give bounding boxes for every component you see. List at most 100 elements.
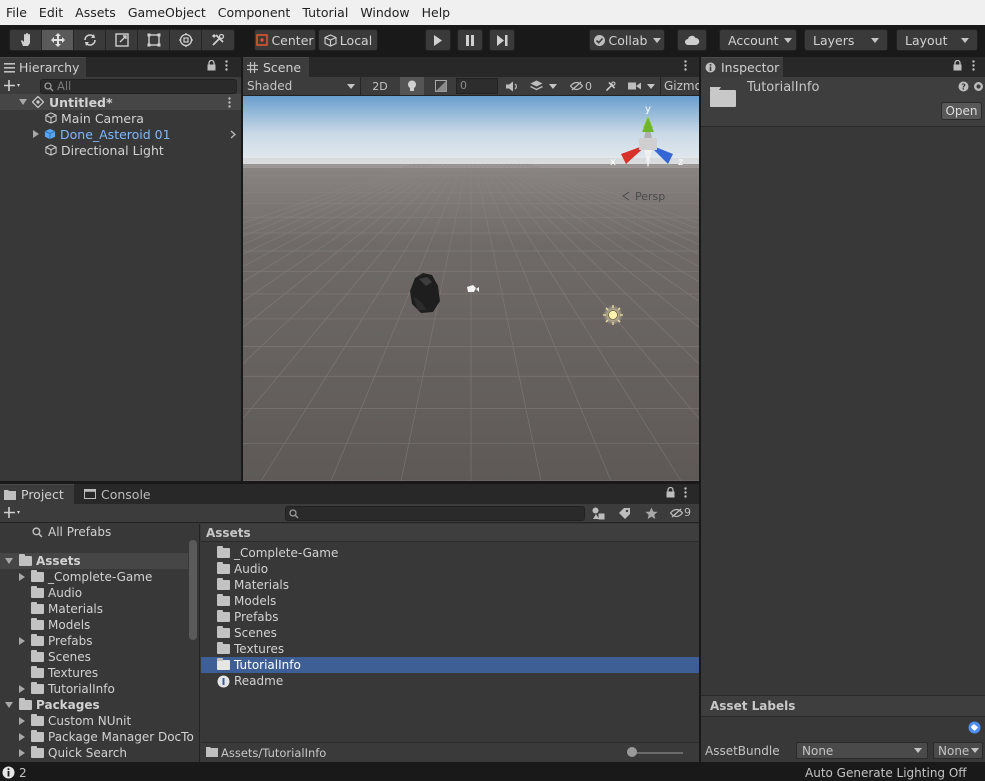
expand-arrow-icon[interactable]: [19, 733, 25, 741]
zoom-slider-track[interactable]: [629, 752, 683, 754]
gizmos-dropdown[interactable]: Gizmo: [660, 77, 699, 95]
expand-arrow-icon[interactable]: [5, 702, 13, 708]
create-plus-icon[interactable]: [4, 506, 22, 520]
hierarchy-search-input[interactable]: All: [40, 79, 237, 94]
lighting-toggle[interactable]: [400, 77, 424, 95]
help-icon[interactable]: ?: [958, 81, 969, 92]
expand-arrow-icon[interactable]: [19, 717, 25, 725]
scene-viewport[interactable]: y x z Persp: [243, 96, 699, 481]
info-icon[interactable]: [2, 766, 15, 779]
hierarchy-item-directional-light[interactable]: Directional Light: [0, 142, 241, 158]
asset-folder-complete-game[interactable]: _Complete-Game: [217, 545, 338, 561]
assetbundle-dropdown[interactable]: None: [796, 742, 928, 759]
asset-list-breadcrumb[interactable]: Assets: [206, 526, 251, 540]
tree-folder-prefabs[interactable]: Prefabs: [19, 633, 93, 649]
hidden-packages-toggle[interactable]: 9: [670, 506, 691, 519]
layers-dropdown[interactable]: Layers: [804, 29, 888, 51]
tab-hierarchy[interactable]: Hierarchy: [0, 57, 86, 77]
hierarchy-item-done-asteroid[interactable]: Done_Asteroid 01: [0, 126, 241, 142]
tree-scrollbar[interactable]: [189, 540, 197, 640]
transform-tool-icon[interactable]: [170, 30, 202, 50]
expand-arrow-icon[interactable]: [19, 99, 27, 105]
expand-arrow-icon[interactable]: [19, 685, 25, 693]
hidden-objects-toggle[interactable]: 0: [566, 77, 596, 95]
label-tag-icon[interactable]: [968, 721, 981, 734]
menu-window[interactable]: Window: [354, 0, 415, 25]
cloud-button[interactable]: [677, 29, 707, 51]
audio-toggle[interactable]: [501, 77, 523, 95]
scene-row[interactable]: Untitled*: [0, 94, 241, 110]
tree-packages-root[interactable]: Packages: [5, 697, 100, 713]
kebab-menu-icon[interactable]: [972, 60, 975, 71]
chevron-right-icon[interactable]: [230, 130, 236, 139]
tree-package-quick-search[interactable]: Quick Search: [19, 745, 127, 761]
lock-icon[interactable]: [953, 60, 962, 71]
filter-by-type-icon[interactable]: [592, 507, 605, 520]
tab-project[interactable]: Project: [0, 484, 74, 504]
tab-console[interactable]: Console: [80, 484, 160, 504]
tree-package-docto[interactable]: Package Manager DocTo: [19, 729, 194, 745]
favorites-all-prefabs[interactable]: All Prefabs: [32, 524, 111, 540]
2d-mode-toggle[interactable]: 2D: [368, 77, 392, 95]
expand-arrow-icon[interactable]: [19, 749, 25, 757]
zoom-slider-handle[interactable]: [627, 747, 637, 757]
fx-toggle[interactable]: [429, 77, 453, 95]
pivot-local-button[interactable]: Local: [318, 29, 378, 51]
tree-folder-materials[interactable]: Materials: [31, 601, 103, 617]
pause-button[interactable]: [457, 29, 483, 51]
tree-folder-models[interactable]: Models: [31, 617, 90, 633]
step-button[interactable]: [489, 29, 515, 51]
effects-dropdown[interactable]: [525, 77, 561, 95]
collab-dropdown[interactable]: Collab: [589, 29, 665, 51]
asset-folder-materials[interactable]: Materials: [217, 577, 289, 593]
sun-light-gizmo-icon[interactable]: [603, 305, 623, 325]
play-button[interactable]: [425, 29, 451, 51]
tree-folder-complete-game[interactable]: _Complete-Game: [19, 569, 152, 585]
asset-folder-tutorialinfo[interactable]: TutorialInfo: [217, 657, 301, 673]
rotate-tool-icon[interactable]: [74, 30, 106, 50]
menu-tutorial[interactable]: Tutorial: [296, 0, 354, 25]
menu-component[interactable]: Component: [212, 0, 297, 25]
tree-folder-tutorialinfo[interactable]: TutorialInfo: [19, 681, 115, 697]
open-button[interactable]: Open: [941, 102, 982, 120]
camera-settings-dropdown[interactable]: [624, 77, 658, 95]
layout-dropdown[interactable]: Layout: [896, 29, 978, 51]
asset-folder-prefabs[interactable]: Prefabs: [217, 609, 279, 625]
menu-edit[interactable]: Edit: [33, 0, 69, 25]
tree-folder-textures[interactable]: Textures: [31, 665, 98, 681]
scene-kebab-icon[interactable]: [228, 97, 231, 108]
tree-package-custom-nunit[interactable]: Custom NUnit: [19, 713, 131, 729]
move-tool-icon[interactable]: [42, 30, 74, 50]
create-plus-icon[interactable]: [4, 79, 22, 93]
filter-by-label-icon[interactable]: [618, 507, 631, 520]
fx-value-field[interactable]: 0: [456, 78, 498, 94]
expand-arrow-icon[interactable]: [33, 130, 39, 138]
tab-inspector[interactable]: Inspector: [701, 57, 783, 77]
custom-tools-icon[interactable]: [202, 30, 234, 50]
tree-folder-scenes[interactable]: Scenes: [31, 649, 91, 665]
persp-label[interactable]: Persp: [635, 190, 665, 203]
asset-file-readme[interactable]: Readme: [217, 673, 283, 689]
lighting-status[interactable]: Auto Generate Lighting Off: [805, 766, 967, 780]
menu-gameobject[interactable]: GameObject: [122, 0, 212, 25]
expand-arrow-icon[interactable]: [5, 558, 13, 564]
project-search-input[interactable]: [285, 506, 585, 521]
kebab-menu-icon[interactable]: [225, 60, 228, 71]
kebab-menu-icon[interactable]: [684, 487, 687, 498]
hand-tool-icon[interactable]: [10, 30, 42, 50]
asset-folder-textures[interactable]: Textures: [217, 641, 284, 657]
shading-mode-dropdown[interactable]: Shaded: [243, 77, 361, 95]
asset-folder-audio[interactable]: Audio: [217, 561, 268, 577]
asset-folder-models[interactable]: Models: [217, 593, 276, 609]
menu-assets[interactable]: Assets: [69, 0, 122, 25]
scale-tool-icon[interactable]: [106, 30, 138, 50]
account-dropdown[interactable]: Account: [719, 29, 797, 51]
menu-help[interactable]: Help: [416, 0, 457, 25]
assetbundle-variant-dropdown[interactable]: None: [933, 742, 983, 759]
lock-icon[interactable]: [207, 60, 216, 71]
expand-arrow-icon[interactable]: [19, 573, 25, 581]
expand-arrow-icon[interactable]: [19, 637, 25, 645]
menu-file[interactable]: File: [0, 0, 33, 25]
tab-scene[interactable]: Scene: [243, 57, 309, 77]
rect-tool-icon[interactable]: [138, 30, 170, 50]
